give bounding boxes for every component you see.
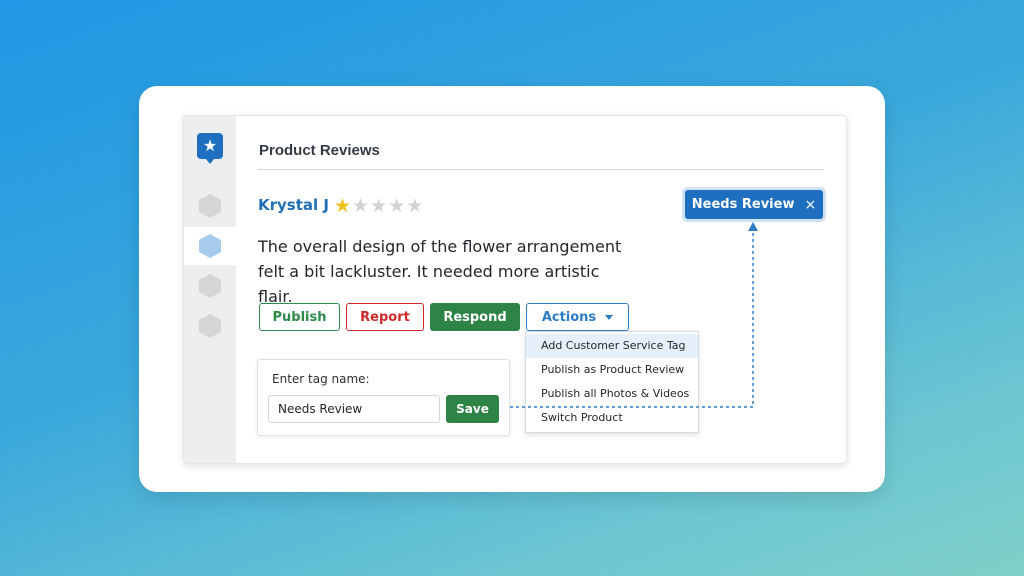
review-text: The overall design of the flower arrange… [258, 234, 638, 309]
tag-badge-label: Needs Review [692, 197, 795, 212]
menu-item-publish-as-product-review[interactable]: Publish as Product Review [526, 358, 698, 382]
needs-review-tag[interactable]: Needs Review × [685, 190, 823, 219]
respond-button[interactable]: Respond [430, 303, 520, 331]
actions-menu: Add Customer Service Tag Publish as Prod… [525, 331, 699, 433]
actions-label: Actions [542, 310, 596, 325]
actions-dropdown-button[interactable]: Actions [526, 303, 629, 331]
star-filled-icon: ★ [334, 196, 351, 216]
menu-item-add-customer-service-tag[interactable]: Add Customer Service Tag [526, 334, 698, 358]
report-button[interactable]: Report [346, 303, 424, 331]
tag-form: Enter tag name: Save [257, 359, 510, 436]
menu-item-publish-all-photos-videos[interactable]: Publish all Photos & Videos [526, 382, 698, 406]
star-empty-icon: ★ [406, 196, 423, 216]
reviewer-name[interactable]: Krystal J [258, 196, 329, 214]
star-empty-icon: ★ [370, 196, 387, 216]
star-empty-icon: ★ [388, 196, 405, 216]
page-title: Product Reviews [259, 142, 380, 159]
sidebar: ★ [184, 116, 236, 463]
hexagon-icon [199, 194, 221, 218]
hexagon-icon [199, 274, 221, 298]
menu-item-switch-product[interactable]: Switch Product [526, 406, 698, 430]
star-empty-icon: ★ [352, 196, 369, 216]
sidebar-item-3[interactable] [184, 267, 236, 305]
tag-name-label: Enter tag name: [272, 372, 370, 386]
star-badge-icon[interactable]: ★ [197, 133, 223, 159]
star-rating: ★★★★★ [334, 196, 423, 216]
sidebar-item-2[interactable] [184, 227, 236, 265]
publish-button[interactable]: Publish [259, 303, 340, 331]
caret-down-icon [605, 315, 613, 320]
hexagon-icon [199, 234, 221, 258]
hexagon-icon [199, 314, 221, 338]
tag-name-input[interactable] [268, 395, 440, 423]
sidebar-item-1[interactable] [184, 187, 236, 225]
sidebar-item-4[interactable] [184, 307, 236, 345]
app-window: ★ Product Reviews Krystal J ★★★★★ The ov… [183, 115, 847, 464]
title-divider [258, 169, 823, 170]
save-button[interactable]: Save [446, 395, 499, 423]
close-icon[interactable]: × [804, 197, 816, 213]
